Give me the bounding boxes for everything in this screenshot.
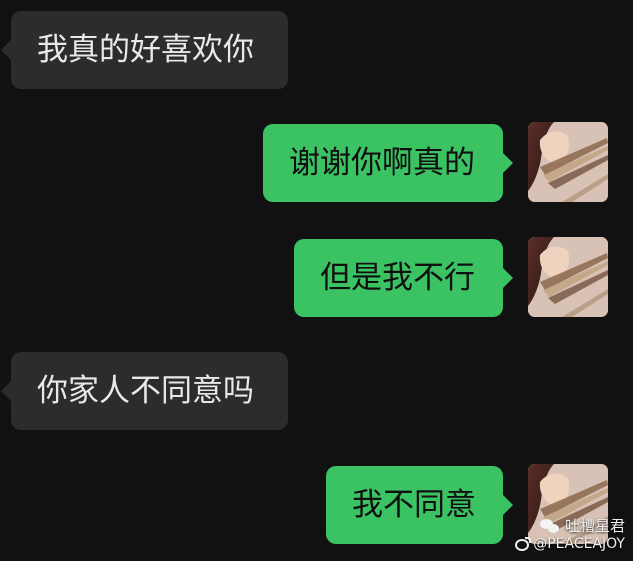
user-avatar[interactable] [528,122,608,202]
message-bubble-outgoing[interactable]: 我不同意 [326,466,513,544]
message-bubble-incoming[interactable]: 你家人不同意吗 [1,352,288,430]
watermark-brand: 吐槽星君 [564,516,625,535]
watermark-handle-row: @PEACEAJOY [515,536,625,553]
avatar-image [528,237,608,317]
message-text: 我真的好喜欢你 [37,31,254,68]
message-bubble-outgoing[interactable]: 谢谢你啊真的 [263,124,513,202]
chat-screen: 我真的好喜欢你 谢谢你啊真的 但是我不行 你家人不同意吗 我不同意 吐槽星君 @… [0,0,633,561]
watermark-brand-row: 吐槽星君 [515,517,625,535]
weibo-icon [515,536,532,551]
avatar-image [528,122,608,202]
message-bubble-incoming[interactable]: 我真的好喜欢你 [1,11,288,89]
wechat-icon [539,517,561,535]
message-text: 你家人不同意吗 [37,372,254,409]
message-text: 但是我不行 [320,259,475,296]
user-avatar[interactable] [528,237,608,317]
watermark-handle: @PEACEAJOY [533,536,625,552]
message-bubble-outgoing[interactable]: 但是我不行 [294,239,513,317]
message-text: 我不同意 [352,486,476,523]
watermark: 吐槽星君 @PEACEAJOY [515,517,625,553]
message-text: 谢谢你啊真的 [289,144,475,181]
